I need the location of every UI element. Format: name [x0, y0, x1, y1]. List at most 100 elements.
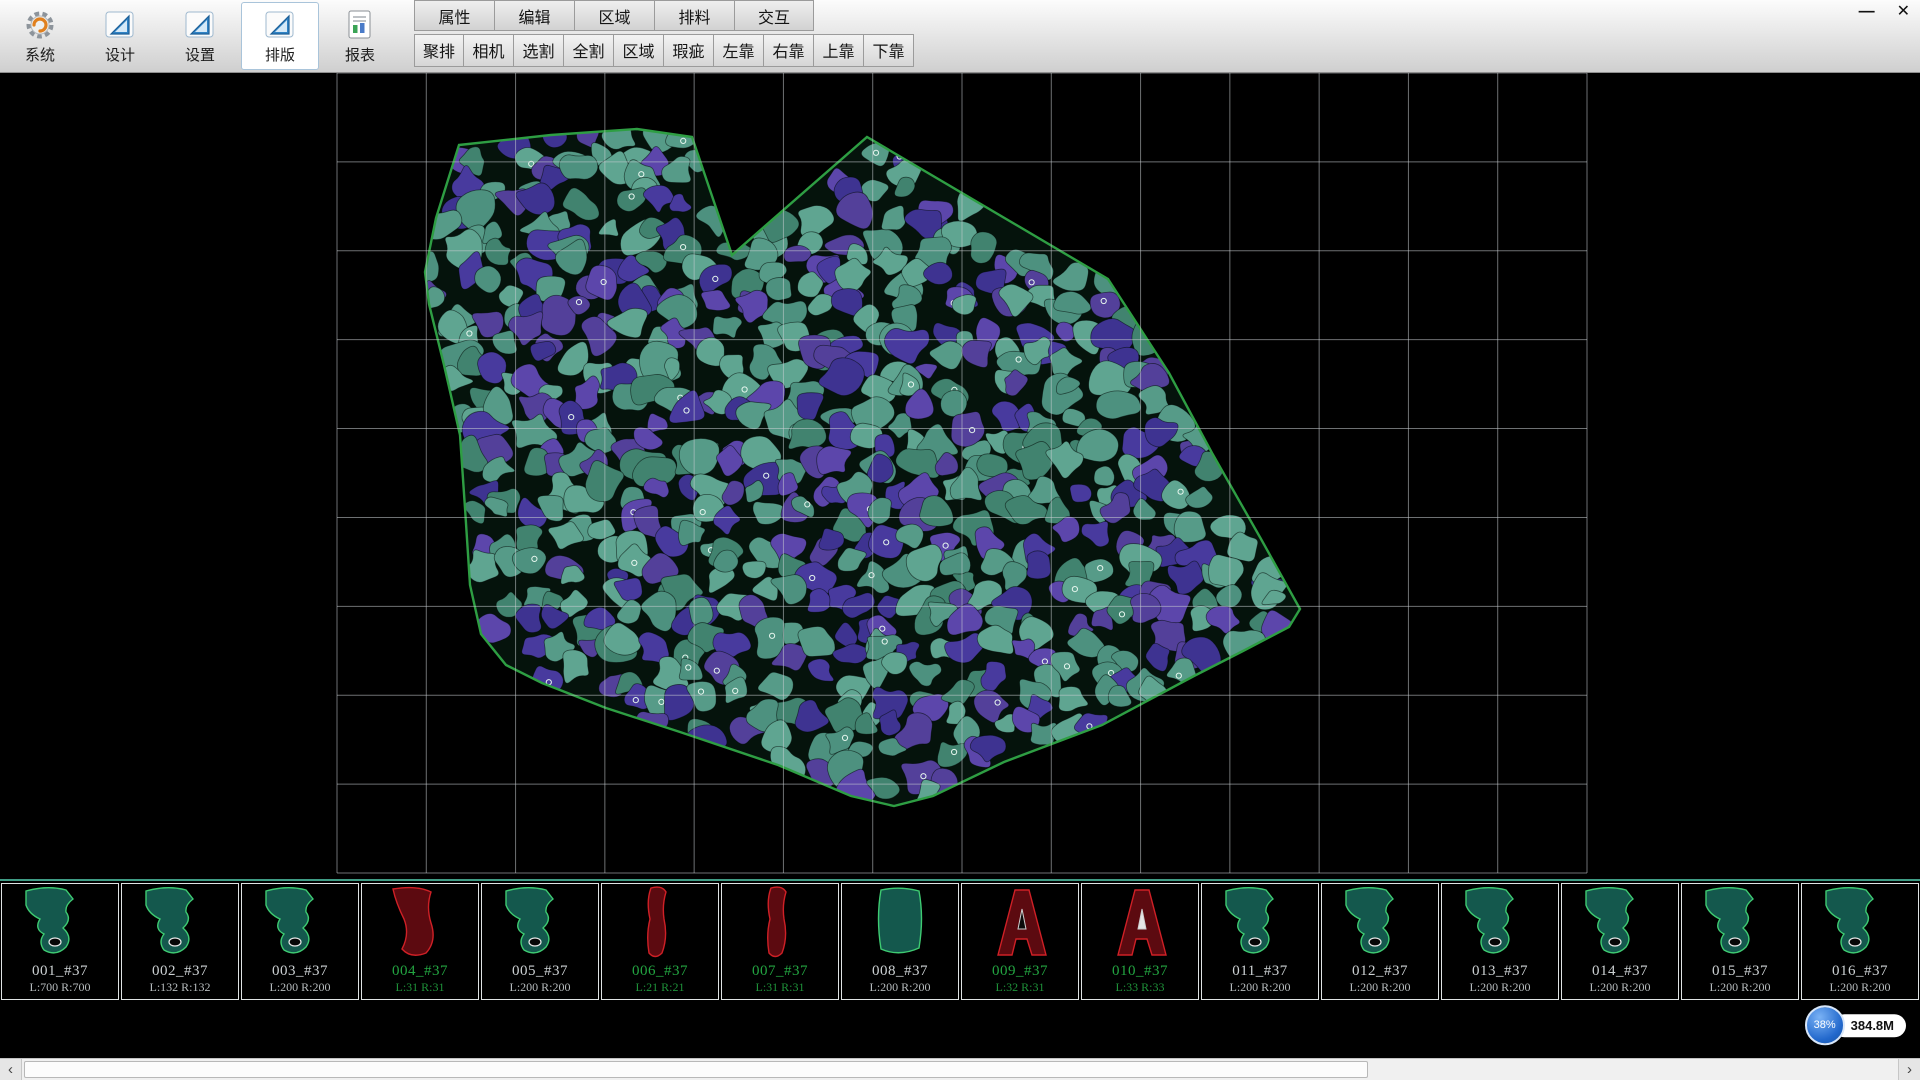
toolbar-button-layout[interactable]: 排版: [241, 2, 319, 70]
piece-thumbnail[interactable]: 009_#37 L:32 R:31: [961, 883, 1079, 1000]
piece-thumbnail[interactable]: 004_#37 L:31 R:31: [361, 883, 479, 1000]
piece-counts: L:33 R:33: [1115, 981, 1164, 994]
tool-button-cluster-nest[interactable]: 聚排: [414, 34, 464, 67]
tool-button-snap-up[interactable]: 上靠: [814, 34, 864, 67]
toolbar-button-label: 设计: [105, 44, 135, 65]
piece-name: 013_#37: [1472, 963, 1528, 979]
piece-counts: L:32 R:31: [995, 981, 1044, 994]
tool-button-select-cut[interactable]: 选割: [514, 34, 564, 67]
menu-tab-bar: 属性编辑区域排料交互: [414, 0, 914, 31]
piece-counts: L:31 R:31: [755, 981, 804, 994]
tool-button-region-tool[interactable]: 区域: [614, 34, 664, 67]
tool-button-snap-right[interactable]: 右靠: [764, 34, 814, 67]
piece-name: 004_#37: [392, 963, 448, 979]
piece-counts: L:31 R:31: [395, 981, 444, 994]
piece-name: 010_#37: [1112, 963, 1168, 979]
scrollbar-thumb[interactable]: [24, 1061, 1368, 1078]
piece-shape: [970, 885, 1070, 963]
piece-shape: [10, 885, 110, 963]
piece-counts: L:200 R:200: [1349, 981, 1410, 994]
piece-counts: L:200 R:200: [1469, 981, 1530, 994]
piece-thumbnail[interactable]: 005_#37L:200 R:200: [481, 883, 599, 1000]
menu-tab-edit[interactable]: 编辑: [494, 0, 574, 31]
piece-thumbnail[interactable]: 013_#37 L:200 R:200: [1441, 883, 1559, 1000]
piece-name: 015_#37: [1712, 963, 1768, 979]
piece-name: 009_#37: [992, 963, 1048, 979]
pieces-panel: 001_#37 L:700 R:700 002_#37 L:132 R:132 003_…: [0, 879, 1920, 1002]
piece-name: 016_#37: [1832, 963, 1888, 979]
menu-area: 属性编辑区域排料交互 聚排相机选割全割区域瑕疵左靠右靠上靠下靠: [414, 0, 914, 72]
ruler-icon: [264, 8, 296, 42]
piece-thumbnail[interactable]: 010_#37 L:33 R:33: [1081, 883, 1199, 1000]
menu-tab-nesting[interactable]: 排料: [654, 0, 734, 31]
window-controls: — ✕: [1859, 2, 1910, 22]
main-toolbar: 系统 设计 设置 排版 报表: [0, 0, 400, 72]
menu-tab-properties[interactable]: 属性: [414, 0, 494, 31]
menu-tab-interact[interactable]: 交互: [734, 0, 814, 31]
piece-thumbnail[interactable]: 001_#37 L:700 R:700: [1, 883, 119, 1000]
piece-counts: L:700 R:700: [29, 981, 90, 994]
piece-name: 007_#37: [752, 963, 808, 979]
minimize-button[interactable]: —: [1859, 2, 1875, 22]
piece-counts: L:132 R:132: [149, 981, 210, 994]
report-icon: [344, 8, 376, 42]
ribbon: 系统设计设置排版报表 属性编辑区域排料交互 聚排相机选割全割区域瑕疵左靠右靠上靠…: [0, 0, 1920, 73]
status-bar: 38% 384.8M: [0, 1002, 1920, 1058]
piece-thumbnail[interactable]: 002_#37 L:132 R:132: [121, 883, 239, 1000]
gear-icon: [24, 8, 56, 42]
piece-name: 008_#37: [872, 963, 928, 979]
piece-name: 001_#37: [32, 963, 88, 979]
piece-name: 006_#37: [632, 963, 688, 979]
piece-thumbnail[interactable]: 014_#37 L:200 R:200: [1561, 883, 1679, 1000]
piece-shape: [850, 885, 950, 963]
piece-thumbnail[interactable]: 003_#37L:200 R:200: [241, 883, 359, 1000]
piece-counts: L:200 R:200: [1589, 981, 1650, 994]
piece-shape: [1810, 885, 1910, 963]
tool-button-defect[interactable]: 瑕疵: [664, 34, 714, 67]
toolbar-button-system[interactable]: 系统: [1, 2, 79, 70]
piece-shape: [1690, 885, 1790, 963]
menu-tab-region[interactable]: 区域: [574, 0, 654, 31]
piece-shape: [1570, 885, 1670, 963]
piece-name: 005_#37: [512, 963, 568, 979]
tool-button-camera[interactable]: 相机: [464, 34, 514, 67]
piece-shape: [370, 885, 470, 963]
ruler-icon: [104, 8, 136, 42]
toolbar-button-design[interactable]: 设计: [81, 2, 159, 70]
toolbar-button-label: 设置: [185, 44, 215, 65]
piece-thumbnail[interactable]: 006_#37L:21 R:21: [601, 883, 719, 1000]
piece-counts: L:200 R:200: [1709, 981, 1770, 994]
scroll-left-button[interactable]: ‹: [0, 1059, 22, 1080]
piece-thumbnail[interactable]: 016_#37 L:200 R:200: [1801, 883, 1919, 1000]
toolbar-button-label: 报表: [345, 44, 375, 65]
piece-name: 002_#37: [152, 963, 208, 979]
nesting-canvas[interactable]: [0, 73, 1920, 879]
piece-shape: [250, 885, 350, 963]
nesting-canvas-svg: [0, 73, 1920, 879]
piece-thumbnail[interactable]: 012_#37L:200 R:200: [1321, 883, 1439, 1000]
toolbar-button-report[interactable]: 报表: [321, 2, 399, 70]
ruler-icon: [184, 8, 216, 42]
piece-thumbnail[interactable]: 008_#37L:200 R:200: [841, 883, 959, 1000]
piece-shape: [1090, 885, 1190, 963]
piece-shape: [490, 885, 590, 963]
piece-counts: L:200 R:200: [1829, 981, 1890, 994]
piece-thumbnail[interactable]: 011_#37L:200 R:200: [1201, 883, 1319, 1000]
piece-name: 014_#37: [1592, 963, 1648, 979]
piece-thumbnail[interactable]: 007_#37 L:31 R:31: [721, 883, 839, 1000]
tool-button-bar: 聚排相机选割全割区域瑕疵左靠右靠上靠下靠: [414, 31, 914, 69]
toolbar-button-label: 排版: [265, 44, 295, 65]
tool-button-cut-all[interactable]: 全割: [564, 34, 614, 67]
piece-shape: [1330, 885, 1430, 963]
tool-button-snap-down[interactable]: 下靠: [864, 34, 914, 67]
piece-name: 011_#37: [1232, 963, 1287, 979]
toolbar-button-label: 系统: [25, 44, 55, 65]
piece-thumbnail[interactable]: 015_#37 L:200 R:200: [1681, 883, 1799, 1000]
piece-shape: [130, 885, 230, 963]
scroll-right-button[interactable]: ›: [1898, 1059, 1920, 1080]
tool-button-snap-left[interactable]: 左靠: [714, 34, 764, 67]
close-button[interactable]: ✕: [1897, 2, 1910, 22]
toolbar-button-settings[interactable]: 设置: [161, 2, 239, 70]
piece-shape: [610, 885, 710, 963]
horizontal-scrollbar[interactable]: ‹ ›: [0, 1058, 1920, 1080]
